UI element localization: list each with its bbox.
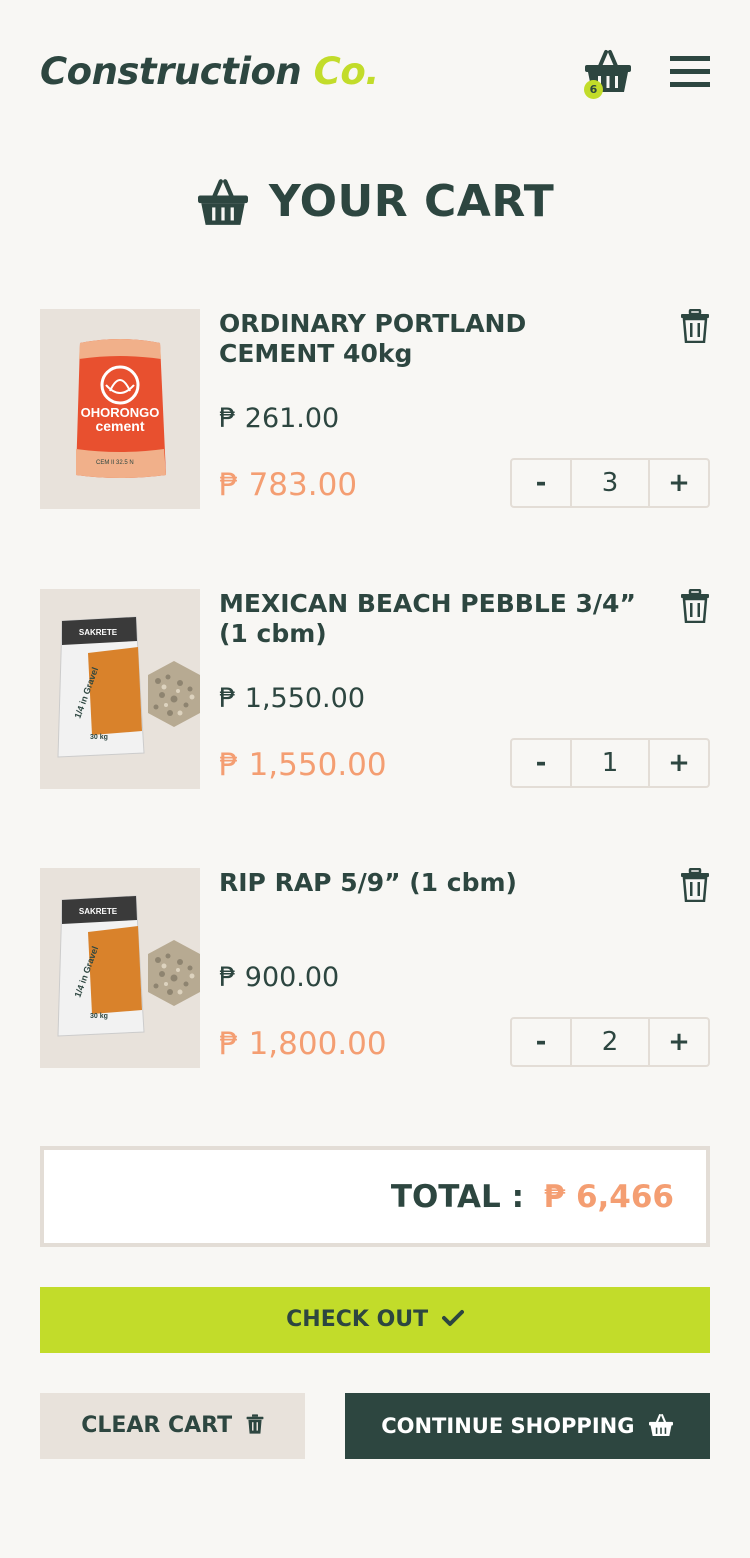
continue-shopping-label: CONTINUE SHOPPING [381, 1414, 635, 1438]
remove-item-button[interactable] [680, 867, 710, 903]
logo[interactable]: Construction Co. [40, 50, 379, 93]
product-image-cement-bag[interactable]: OHORONGO cement CEM II 32.5 N [40, 309, 200, 509]
basket-icon [197, 178, 248, 225]
clear-cart-label: CLEAR CART [81, 1413, 233, 1438]
remove-item-button[interactable] [680, 588, 710, 624]
quantity-stepper: - 1 + [510, 738, 710, 788]
bag-weight-text: 30 kg [90, 1013, 108, 1020]
menu-icon [670, 56, 710, 61]
remove-item-button[interactable] [680, 308, 710, 344]
bag-brand-text: SAKRETE [79, 907, 118, 916]
logo-brand: Construction [40, 50, 302, 93]
increase-quantity-button[interactable]: + [648, 740, 708, 786]
trash-icon [681, 867, 709, 903]
hamburger-menu-button[interactable] [670, 52, 710, 88]
increase-quantity-button[interactable]: + [648, 460, 708, 506]
decrease-quantity-button[interactable]: - [512, 1019, 572, 1065]
item-unit-price: ₱ 900.00 [219, 962, 340, 993]
item-unit-price: ₱ 261.00 [219, 403, 340, 434]
item-subtotal: ₱ 1,800.00 [219, 1026, 387, 1062]
total-value: ₱ 6,466 [543, 1179, 674, 1215]
item-subtotal: ₱ 783.00 [219, 467, 358, 503]
product-image-gravel-bag[interactable]: SAKRETE 30 kg 1/4 in Gravel [40, 589, 200, 789]
basket-icon [648, 1414, 673, 1436]
trash-icon [681, 308, 709, 344]
page-title: YOUR CART [0, 176, 750, 227]
header-cart-button[interactable]: 6 [584, 48, 632, 99]
clear-cart-button[interactable]: CLEAR CART [40, 1393, 305, 1459]
decrease-quantity-button[interactable]: - [512, 740, 572, 786]
total-label: TOTAL : [390, 1179, 524, 1215]
cart-item: SAKRETE 30 kg 1/4 in Gravel RIP RAP 5/9”… [40, 867, 710, 1068]
cart-total: TOTAL : ₱ 6,466 [40, 1146, 710, 1247]
quantity-stepper: - 3 + [510, 458, 710, 508]
bag-brand-text: SAKRETE [79, 628, 118, 637]
cart-item: OHORONGO cement CEM II 32.5 N ORDINARY P… [40, 308, 710, 509]
quantity-stepper: - 2 + [510, 1017, 710, 1067]
item-name: ORDINARY PORTLAND CEMENT 40kg [219, 309, 527, 368]
continue-shopping-button[interactable]: CONTINUE SHOPPING [345, 1393, 710, 1459]
checkout-button[interactable]: CHECK OUT [40, 1287, 710, 1353]
bag-weight-text: 30 kg [90, 734, 108, 741]
logo-suffix: Co. [313, 50, 380, 93]
site-header: Construction Co. 6 [40, 44, 710, 100]
product-image-gravel-bag[interactable]: SAKRETE 30 kg 1/4 in Gravel [40, 868, 200, 1068]
quantity-value[interactable]: 2 [572, 1019, 648, 1065]
trash-icon [246, 1414, 264, 1434]
item-subtotal: ₱ 1,550.00 [219, 747, 387, 783]
quantity-value[interactable]: 3 [572, 460, 648, 506]
page-title-text: YOUR CART [268, 176, 555, 227]
bag-grade-text: CEM II 32.5 N [96, 460, 134, 466]
bag-product-text: cement [95, 418, 144, 434]
item-name: MEXICAN BEACH PEBBLE 3/4” (1 cbm) [219, 589, 636, 648]
trash-icon [681, 588, 709, 624]
checkout-label: CHECK OUT [286, 1307, 429, 1332]
decrease-quantity-button[interactable]: - [512, 460, 572, 506]
check-icon [441, 1310, 464, 1326]
item-name: RIP RAP 5/9” (1 cbm) [219, 868, 517, 897]
increase-quantity-button[interactable]: + [648, 1019, 708, 1065]
quantity-value[interactable]: 1 [572, 740, 648, 786]
cart-count-badge: 6 [584, 80, 603, 99]
item-unit-price: ₱ 1,550.00 [219, 683, 365, 714]
cart-item: SAKRETE 30 kg 1/4 in Gravel MEXICAN BEAC… [40, 588, 710, 789]
